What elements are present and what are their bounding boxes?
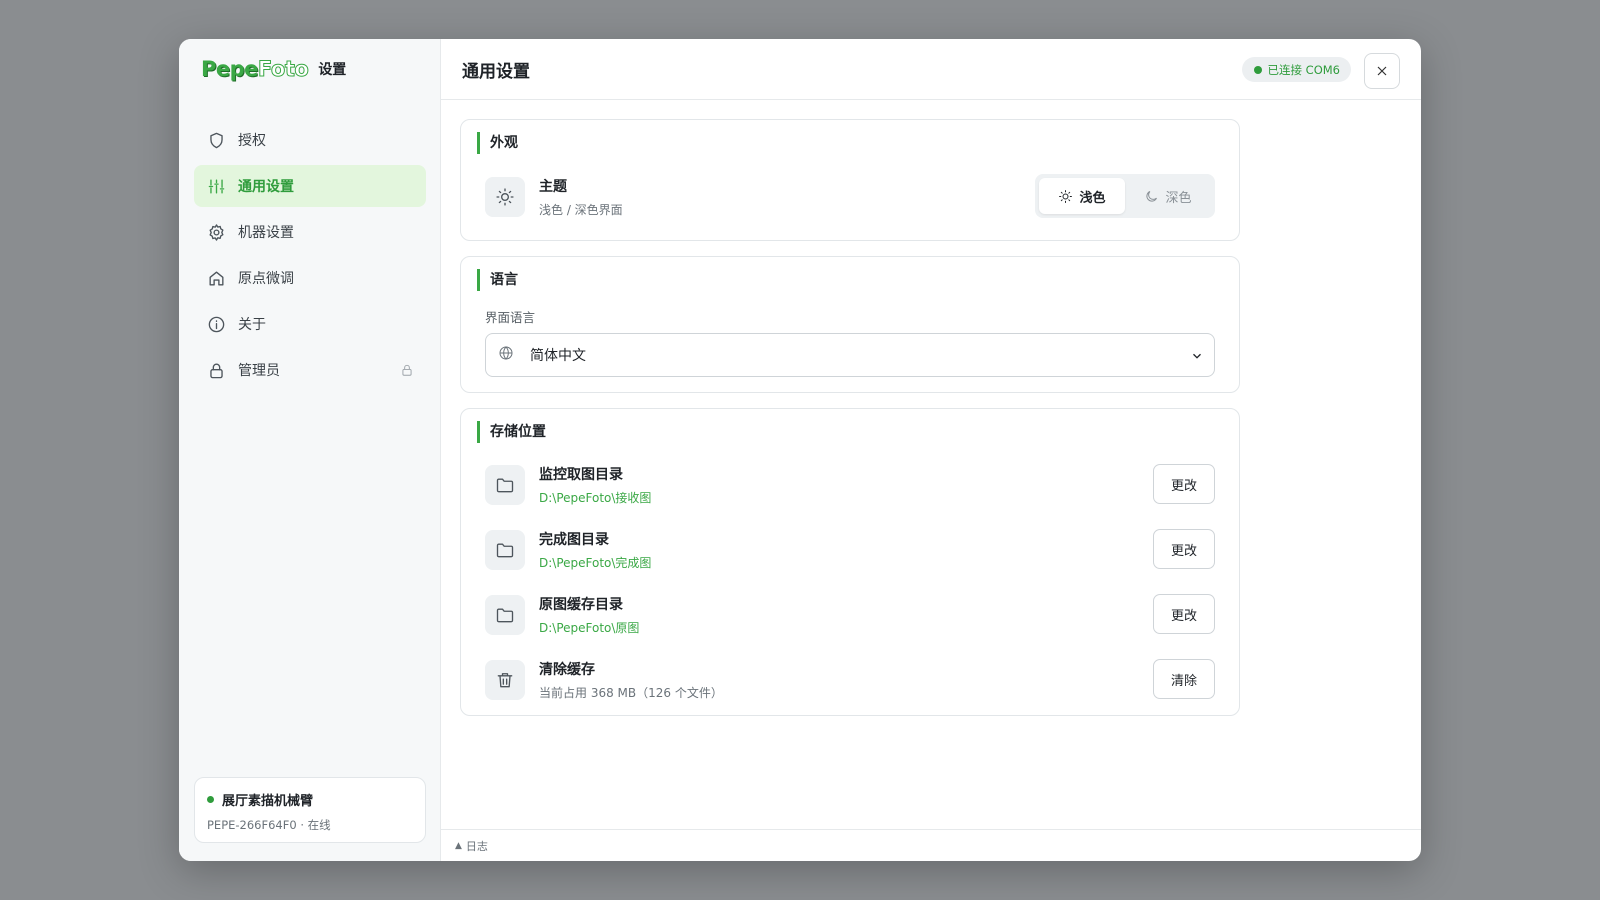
- sidebar-item-origin[interactable]: 原点微调: [194, 257, 426, 299]
- main-panel: 通用设置 已连接 COM6 外观 主题 浅色 / 深色界面 浅色 深色 语言 界…: [441, 39, 1421, 861]
- theme-title: 主题: [539, 179, 567, 195]
- device-id-status: PEPE-266F64F0 · 在线: [207, 818, 331, 832]
- sidebar-item-general[interactable]: 通用设置: [194, 165, 426, 207]
- sidebar-item-label: 机器设置: [238, 225, 294, 241]
- settings-content: 外观 主题 浅色 / 深色界面 浅色 深色 语言 界面语言 简体中文 存储位置 …: [460, 119, 1240, 731]
- device-status-card: 展厅素描机械臂 PEPE-266F64F0 · 在线: [194, 777, 426, 843]
- sidebar-item-label: 管理员: [238, 363, 280, 379]
- change-monitor-dir-button[interactable]: 更改: [1153, 464, 1215, 504]
- storage-card: 存储位置 监控取图目录 D:\PepeFoto\接收图 更改 完成图目录 D:\…: [460, 408, 1240, 716]
- change-finished-dir-button[interactable]: 更改: [1153, 529, 1215, 569]
- storage-row-path: D:\PepeFoto\原图: [539, 621, 640, 635]
- folder-icon: [485, 465, 525, 505]
- header: 通用设置 已连接 COM6: [441, 39, 1421, 100]
- sidebar-item-license[interactable]: 授权: [194, 119, 426, 161]
- moon-icon: [1146, 190, 1158, 202]
- theme-toggle: 浅色 深色: [1035, 174, 1215, 218]
- storage-row-path: D:\PepeFoto\完成图: [539, 556, 652, 570]
- log-label: 日志: [465, 839, 488, 853]
- theme-dark-option[interactable]: 深色: [1125, 178, 1211, 214]
- storage-row-title: 清除缓存: [539, 662, 595, 678]
- sidebar-item-label: 原点微调: [238, 271, 294, 287]
- brand-title: 设置: [318, 62, 347, 78]
- device-name: 展厅素描机械臂: [222, 794, 314, 809]
- theme-light-option[interactable]: 浅色: [1039, 178, 1125, 214]
- connection-status-badge: 已连接 COM6: [1241, 57, 1351, 82]
- folder-icon: [485, 595, 525, 635]
- sun-icon: [485, 177, 525, 217]
- sidebar-item-about[interactable]: 关于: [194, 303, 426, 345]
- cache-usage-text: 当前占用 368 MB（126 个文件）: [539, 686, 723, 700]
- section-title-storage: 存储位置: [477, 421, 1215, 443]
- close-button[interactable]: [1364, 53, 1400, 89]
- online-status-dot: [207, 796, 214, 803]
- sidebar-item-machine[interactable]: 机器设置: [194, 211, 426, 253]
- chevron-down-icon: [1190, 348, 1204, 367]
- lock-icon: [206, 360, 226, 380]
- storage-row-original: 原图缓存目录 D:\PepeFoto\原图 更改: [485, 594, 1215, 636]
- language-field-label: 界面语言: [485, 310, 536, 325]
- storage-row-finished: 完成图目录 D:\PepeFoto\完成图 更改: [485, 529, 1215, 571]
- page-title: 通用设置: [462, 61, 530, 82]
- language-select[interactable]: 简体中文: [485, 333, 1215, 377]
- home-icon: [206, 268, 226, 288]
- gear-icon: [206, 222, 226, 242]
- locked-icon: [400, 362, 414, 381]
- theme-row: 主题 浅色 / 深色界面 浅色 深色: [485, 174, 1215, 218]
- sidebar-item-admin[interactable]: 管理员: [194, 349, 426, 391]
- brand: PepeFoto 设置: [201, 57, 347, 82]
- change-original-dir-button[interactable]: 更改: [1153, 594, 1215, 634]
- sidebar-item-label: 关于: [238, 317, 266, 333]
- sliders-icon: [206, 176, 226, 196]
- sidebar-item-label: 授权: [238, 133, 266, 149]
- globe-icon: [498, 345, 514, 365]
- close-icon: [1377, 66, 1387, 76]
- clear-cache-button[interactable]: 清除: [1153, 659, 1215, 699]
- storage-row-title: 监控取图目录: [539, 467, 623, 483]
- sun-icon: [1059, 189, 1073, 203]
- sidebar-nav: 授权 通用设置 机器设置 原点微调 关于 管理员: [194, 119, 426, 395]
- settings-dialog: PepeFoto 设置 授权 通用设置 机器设置 原点微调 关于 管理员 展厅素…: [179, 39, 1421, 861]
- sidebar: PepeFoto 设置 授权 通用设置 机器设置 原点微调 关于 管理员 展厅素…: [179, 39, 441, 861]
- appearance-card: 外观 主题 浅色 / 深色界面 浅色 深色: [460, 119, 1240, 241]
- storage-row-monitor: 监控取图目录 D:\PepeFoto\接收图 更改: [485, 464, 1215, 506]
- section-title-language: 语言: [477, 269, 1215, 291]
- log-toggle[interactable]: ▲ 日志: [441, 829, 1421, 861]
- pepefoto-logo: PepeFoto: [201, 57, 309, 82]
- info-icon: [206, 314, 226, 334]
- folder-icon: [485, 530, 525, 570]
- language-card: 语言 界面语言 简体中文: [460, 256, 1240, 393]
- connection-status-text: 已连接 COM6: [1267, 62, 1340, 77]
- triangle-up-icon: ▲: [455, 840, 462, 851]
- theme-subtitle: 浅色 / 深色界面: [539, 203, 623, 217]
- language-select-value: 简体中文: [530, 348, 586, 364]
- section-title-appearance: 外观: [477, 132, 1215, 154]
- connected-dot: [1253, 65, 1262, 74]
- storage-row-title: 完成图目录: [539, 532, 609, 548]
- storage-row-path: D:\PepeFoto\接收图: [539, 491, 652, 505]
- storage-row-title: 原图缓存目录: [539, 597, 623, 613]
- shield-icon: [206, 130, 226, 150]
- trash-icon: [485, 660, 525, 700]
- storage-row-cache: 清除缓存 当前占用 368 MB（126 个文件） 清除: [485, 659, 1215, 701]
- sidebar-item-label: 通用设置: [238, 179, 294, 195]
